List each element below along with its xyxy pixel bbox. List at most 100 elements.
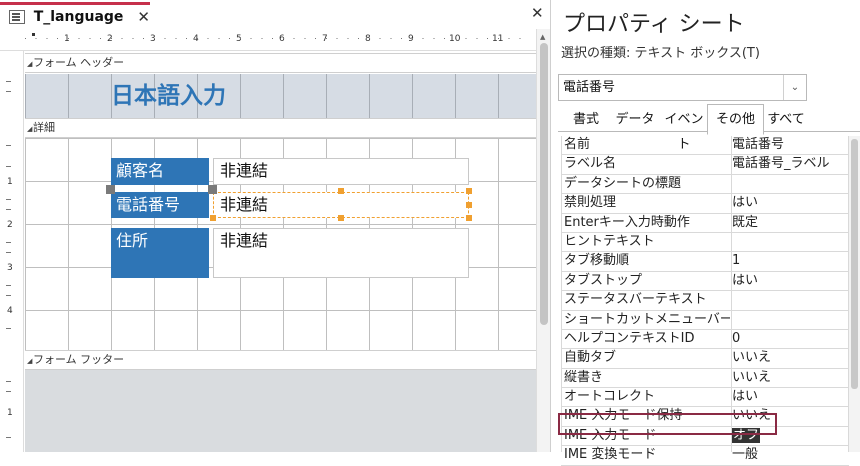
form-icon [9,10,25,24]
property-row[interactable]: 名前 電話番号 [561,136,849,156]
ruler-number: 3 [150,34,156,44]
chevron-down-icon[interactable]: ⌄ [783,75,806,100]
property-row[interactable]: ショートカットメニューバー [561,311,849,330]
ruler-number: 2 [107,34,113,44]
phone-number-label[interactable]: 電話番号 [111,192,209,218]
horizontal-ruler: 1 2 3 4 5 6 7 8 9 10 11 [0,29,536,51]
property-name: IME 変換モード [564,447,657,463]
address-label[interactable]: 住所 [111,228,209,278]
property-value[interactable]: はい [732,388,849,406]
move-handle[interactable] [106,185,115,194]
property-row[interactable]: IME 変換モード 一般 [561,446,849,466]
selection-type-text: 選択の種類: テキスト ボックス(T) [561,46,760,61]
ruler-number: 2 [7,220,13,230]
section-footer-label: フォーム フッター [33,353,125,366]
property-row[interactable]: オートコレクト はい [561,388,849,408]
property-sheet-scrollbar[interactable] [849,136,860,452]
ruler-number: 4 [193,34,199,44]
highlight-box [558,413,777,435]
section-detail-label: 詳細 [33,121,55,134]
property-value[interactable]: はい [732,194,849,212]
property-sheet-title: プロパティ シート [563,12,745,37]
property-value[interactable]: 電話番号 [732,136,849,154]
property-name: 自動タブ [564,350,617,366]
scrollbar-thumb[interactable] [540,43,548,325]
property-name: ラベル名 [564,156,617,172]
property-value[interactable]: 1 [732,252,849,270]
ruler-number: 4 [7,306,13,316]
property-name: Enterキー入力時動作 [564,214,690,230]
resize-handle[interactable] [338,188,344,194]
property-name: データシートの標題 [564,175,682,191]
ruler-number: 8 [365,34,371,44]
property-row[interactable]: ステータスバーテキスト [561,291,849,311]
property-row[interactable]: ヘルプコンテキストID 0 [561,330,849,350]
property-value[interactable]: はい [732,272,849,290]
property-value[interactable]: 0 [732,330,849,348]
property-name: ショートカットメニューバー [564,311,730,327]
ruler-number: 1 [7,177,13,187]
tab-format[interactable]: 書式 [562,107,610,132]
resize-handle[interactable] [466,215,472,221]
ruler-number: 10 [449,34,461,44]
section-header-label: フォーム ヘッダー [33,56,125,69]
resize-handle[interactable] [210,215,216,221]
property-value[interactable]: いいえ [732,349,849,367]
control-selector-dropdown[interactable]: 電話番号 ⌄ [558,74,807,101]
property-value[interactable]: いいえ [732,369,849,387]
vertical-ruler: 1 2 3 4 1 [0,51,24,452]
property-row[interactable]: ラベル名 電話番号_ラベル [561,155,849,175]
property-row[interactable]: タブストップ はい [561,272,849,292]
resize-handle[interactable] [466,188,472,194]
property-row[interactable]: ヒントテキスト [561,233,849,253]
property-name: ヒントテキスト [564,233,655,249]
property-value[interactable]: 既定 [732,214,849,232]
ruler-number: 1 [7,408,13,418]
property-row[interactable]: 禁則処理 はい [561,194,849,214]
form-header-area[interactable] [25,74,536,118]
ruler-number: 6 [279,34,285,44]
resize-handle[interactable] [338,215,344,221]
property-row[interactable]: 自動タブ いいえ [561,349,849,369]
property-name: タブストップ [564,272,643,288]
customer-name-label[interactable]: 顧客名 [111,158,209,185]
ruler-number: 9 [408,34,414,44]
section-bar-detail[interactable]: 詳細 [25,118,536,138]
document-tab[interactable]: T_language ✕ [0,2,150,29]
property-name: タブ移動順 [564,253,630,269]
move-handle[interactable] [208,185,217,194]
tab-event[interactable]: イベント [660,107,708,152]
designer-scrollbar[interactable]: ▲ [536,29,550,452]
empty-canvas-area [25,370,536,452]
ruler-number: 3 [7,263,13,273]
ruler-number: 5 [236,34,242,44]
customer-name-textbox[interactable]: 非連結 [213,158,469,185]
section-bar-header[interactable]: フォーム ヘッダー [25,53,536,73]
property-value[interactable]: 電話番号_ラベル [732,155,849,173]
property-name: ステータスバーテキスト [564,292,707,308]
property-value[interactable]: 一般 [732,446,849,464]
scroll-up-arrow-icon[interactable]: ▲ [540,33,545,41]
property-row[interactable]: Enterキー入力時動作 既定 [561,214,849,233]
scrollbar-thumb[interactable] [851,139,858,389]
close-designer-icon[interactable]: ✕ [531,4,544,22]
tab-other[interactable]: その他 [707,104,764,135]
ruler-number: 1 [64,34,70,44]
property-name: オートコレクト [564,389,656,405]
section-bar-footer[interactable]: フォーム フッター [25,350,536,370]
property-row[interactable]: タブ移動順 1 [561,252,849,272]
tab-data[interactable]: データ [611,107,659,132]
property-name: 縦書き [564,369,604,385]
property-row[interactable]: データシートの標題 [561,175,849,195]
tab-close-icon[interactable]: ✕ [137,8,150,26]
address-textbox[interactable]: 非連結 [213,228,469,278]
property-name: 名前 [564,137,591,152]
title-label[interactable]: 日本語入力 [111,76,236,116]
ruler-number: 11 [492,34,504,44]
resize-handle[interactable] [466,202,472,208]
property-name: 禁則処理 [564,195,617,211]
property-row[interactable]: 縦書き いいえ [561,369,849,389]
ruler-number: 7 [322,34,328,44]
property-name: ヘルプコンテキストID [564,330,695,346]
tab-all[interactable]: すべて [762,107,810,132]
